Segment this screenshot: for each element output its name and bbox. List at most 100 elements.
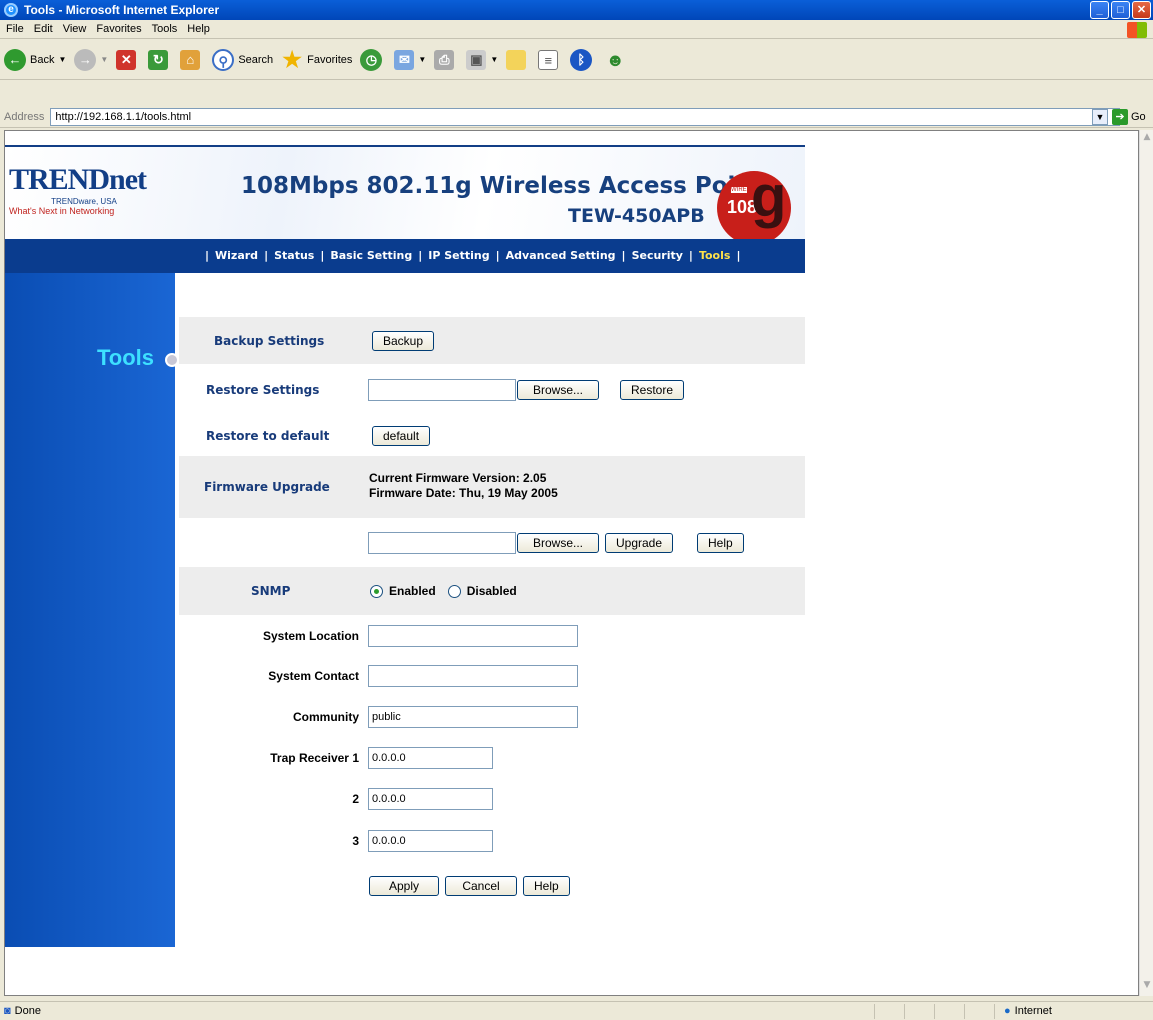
refresh-icon: ↻ [148, 49, 169, 70]
nav-wizard[interactable]: Wizard [215, 249, 258, 262]
trap-receiver-3-input[interactable]: 0.0.0.0 [368, 830, 493, 852]
favorites-button[interactable]: ★ Favorites [281, 48, 353, 71]
help-button[interactable]: Help [523, 876, 570, 896]
scroll-up-icon[interactable]: ▲ [1141, 132, 1153, 146]
search-icon: ⚲ [212, 48, 235, 71]
go-button[interactable]: ➔ Go [1112, 109, 1146, 125]
back-button[interactable]: ← Back ▼ [4, 48, 66, 71]
refresh-button[interactable]: ↻ [148, 49, 172, 70]
vertical-scrollbar[interactable]: ▲ ▼ [1139, 130, 1153, 996]
cancel-button[interactable]: Cancel [445, 876, 517, 896]
nav-security[interactable]: Security [632, 249, 683, 262]
backup-label: Backup Settings [214, 333, 325, 348]
menu-view[interactable]: View [63, 23, 87, 35]
logo-sub: TRENDware, USA [51, 197, 117, 206]
snmp-disabled-radio[interactable] [447, 584, 461, 598]
history-button[interactable]: ◷ [360, 48, 386, 71]
status-divider [964, 1004, 965, 1019]
menu-edit[interactable]: Edit [34, 23, 53, 35]
status-divider [934, 1004, 935, 1019]
restore-row: Restore Settings Browse... Restore [179, 375, 805, 405]
system-location-label: System Location [262, 629, 359, 643]
address-url: http://192.168.1.1/tools.html [55, 110, 192, 123]
menu-help[interactable]: Help [187, 23, 210, 35]
print-button[interactable]: ⎙ [434, 49, 458, 70]
firmware-version: Current Firmware Version: 2.05 [369, 471, 547, 485]
stop-button[interactable]: ✕ [116, 49, 140, 70]
menu-tools[interactable]: Tools [152, 23, 178, 35]
trap-receiver-2-input[interactable]: 0.0.0.0 [368, 788, 493, 810]
minimize-button[interactable]: _ [1090, 1, 1109, 19]
search-button[interactable]: ⚲ Search [212, 48, 273, 71]
research-button[interactable]: ≡ [538, 49, 562, 70]
nav-status[interactable]: Status [274, 249, 314, 262]
firmware-date: Firmware Date: Thu, 19 May 2005 [369, 486, 558, 500]
firmware-file-input[interactable] [368, 532, 516, 554]
default-button[interactable]: default [372, 426, 431, 446]
router-page: TRENDnet TRENDware, USA What's Next in N… [5, 131, 805, 995]
nav-tools[interactable]: Tools [699, 249, 730, 262]
browser-window: e Tools - Microsoft Internet Explorer _ … [0, 0, 1153, 1020]
zone-label: Internet [1014, 1005, 1052, 1017]
close-icon: ✕ [1136, 4, 1147, 16]
snmp-enabled-radio[interactable] [370, 584, 383, 598]
forward-button[interactable]: → ▼ [74, 48, 108, 71]
apply-button[interactable]: Apply [369, 876, 439, 896]
firmware-help-button[interactable]: Help [697, 533, 744, 553]
community-label: Community [293, 710, 359, 724]
address-bar: Address http://192.168.1.1/tools.html ▼ … [0, 106, 1153, 128]
address-input[interactable]: http://192.168.1.1/tools.html [50, 107, 1121, 126]
community-input[interactable]: public [368, 706, 578, 728]
close-button[interactable]: ✕ [1132, 1, 1151, 19]
nav-advanced-setting[interactable]: Advanced Setting [506, 249, 616, 262]
chevron-down-icon: ▼ [418, 55, 427, 64]
chevron-down-icon[interactable]: ▼ [100, 55, 108, 64]
edit-button[interactable]: ▣ ▼ [466, 49, 498, 70]
menu-favorites[interactable]: Favorites [96, 23, 141, 35]
bluetooth-button[interactable]: ᛒ [570, 48, 596, 71]
community-row: Community public [179, 703, 805, 731]
windows-logo-icon [1127, 22, 1147, 38]
firmware-row: Firmware Upgrade Current Firmware Versio… [179, 456, 805, 518]
menu-file[interactable]: File [6, 23, 24, 35]
mail-icon: ✉ [394, 49, 415, 70]
status-divider [994, 1004, 995, 1019]
snmp-options: Enabled Disabled [370, 584, 517, 599]
page-header: TRENDnet TRENDware, USA What's Next in N… [5, 145, 805, 245]
backup-button[interactable]: Backup [372, 330, 435, 351]
restore-file-input[interactable] [368, 379, 516, 401]
firmware-label: Firmware Upgrade [204, 480, 330, 494]
chevron-down-icon[interactable]: ▼ [58, 55, 66, 64]
maximize-icon: □ [1117, 4, 1124, 16]
discuss-button[interactable] [506, 49, 530, 70]
chevron-down-icon[interactable]: ▼ [1092, 109, 1108, 125]
mail-button[interactable]: ✉ ▼ [394, 49, 427, 70]
upgrade-button[interactable]: Upgrade [605, 533, 674, 553]
back-label: Back [30, 53, 55, 66]
menu-bar: File Edit View Favorites Tools Help [0, 20, 1153, 39]
default-row: Restore to default default [179, 421, 805, 451]
system-location-input[interactable] [368, 625, 578, 647]
maximize-button[interactable]: □ [1111, 1, 1130, 19]
home-button[interactable]: ⌂ [180, 49, 204, 70]
firmware-info: Current Firmware Version: 2.05 Firmware … [369, 471, 558, 501]
restore-button[interactable]: Restore [620, 380, 685, 400]
firmware-browse-button[interactable]: Browse... [517, 533, 599, 553]
108g-badge: WIRELESS 108 g [717, 164, 791, 245]
system-contact-label: System Contact [268, 669, 359, 683]
trap-receiver-1-label: Trap Receiver 1 [270, 751, 359, 765]
snmp-row: SNMP Enabled Disabled [179, 567, 805, 615]
nav-basic-setting[interactable]: Basic Setting [330, 249, 412, 262]
print-icon: ⎙ [434, 49, 455, 70]
favorites-label: Favorites [307, 53, 353, 66]
nav-ip-setting[interactable]: IP Setting [428, 249, 489, 262]
badge-top: WIRELESS [731, 187, 763, 193]
restore-browse-button[interactable]: Browse... [517, 380, 599, 400]
trap-receiver-1-input[interactable]: 0.0.0.0 [368, 747, 493, 769]
system-contact-input[interactable] [368, 665, 578, 687]
trap-receiver-2-label: 2 [352, 792, 359, 806]
bullet-icon [165, 353, 179, 367]
messenger-button[interactable]: ☻ [604, 49, 630, 71]
scroll-down-icon[interactable]: ▼ [1141, 980, 1153, 994]
sidebar-title: Tools [97, 345, 155, 370]
